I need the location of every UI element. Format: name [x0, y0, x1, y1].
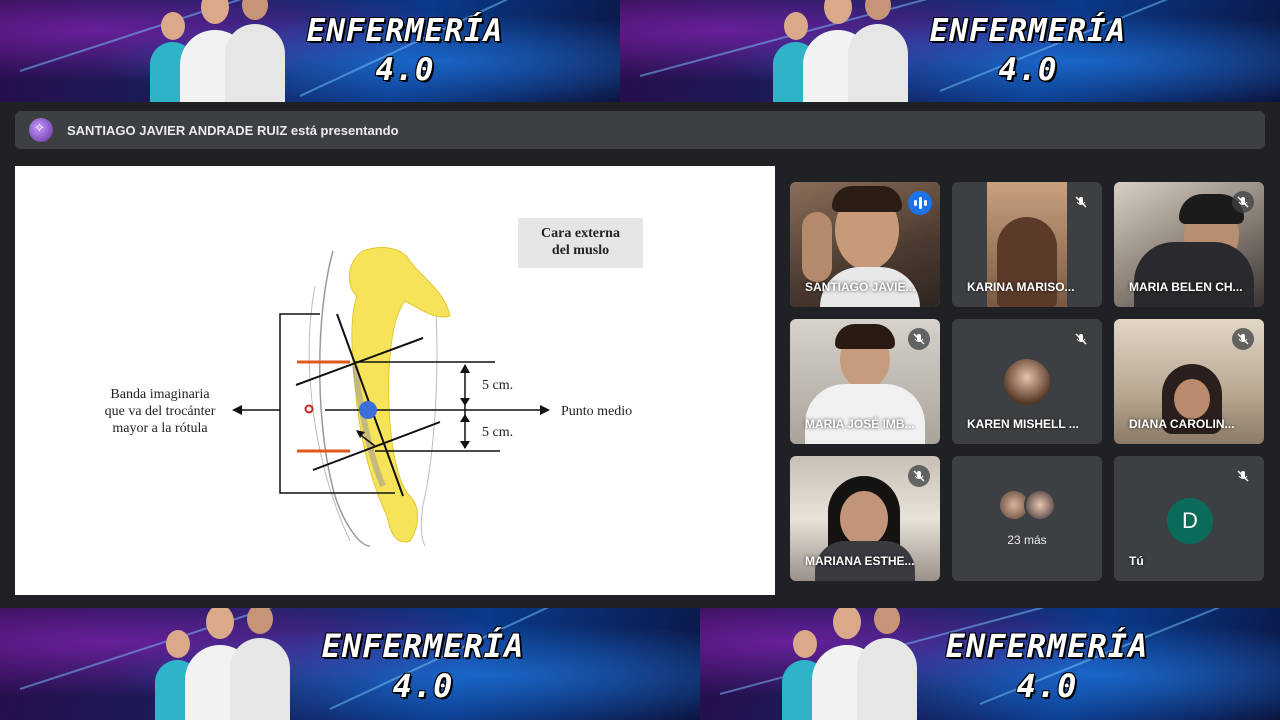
banner-title: ENFERMERÍA 4.0: [321, 627, 525, 705]
muted-mic-icon: [908, 465, 930, 487]
bottom-banner-row: ENFERMERÍA 4.0 ENFERMERÍA 4.0: [0, 608, 1280, 720]
participant-name: MARIA JOSÉ IMB...: [805, 417, 915, 431]
top-banner-row: ENFERMERÍA 4.0 ENFERMERÍA 4.0: [0, 0, 1280, 102]
nurse-doctor-image: [145, 608, 295, 720]
banner-right: ENFERMERÍA 4.0: [700, 608, 1280, 720]
participant-tile[interactable]: DIANA CAROLIN...: [1114, 319, 1264, 444]
midpoint-label: Punto medio: [561, 404, 633, 419]
measure-bottom-label: 5 cm.: [482, 425, 514, 440]
participant-name: MARIANA ESTHE...: [805, 554, 915, 568]
banner-title: ENFERMERÍA 4.0: [945, 627, 1149, 705]
participant-tile[interactable]: MARIA BELEN CH...: [1114, 182, 1264, 307]
banner-left: ENFERMERÍA 4.0: [0, 0, 620, 102]
participant-tile[interactable]: MARIA JOSÉ IMB...: [790, 319, 940, 444]
muted-mic-icon: [1232, 328, 1254, 350]
muted-mic-icon: [1070, 328, 1092, 350]
muted-mic-icon: [908, 328, 930, 350]
banner-right: ENFERMERÍA 4.0: [620, 0, 1280, 102]
participant-tile[interactable]: SANTIAGO JAVIE...: [790, 182, 940, 307]
self-tile[interactable]: D Tú: [1114, 456, 1264, 581]
avatar: [1004, 359, 1050, 405]
participant-name: MARIA BELEN CH...: [1129, 280, 1243, 294]
muted-mic-icon: [1070, 191, 1092, 213]
nurse-doctor-image: [140, 0, 290, 102]
banner-title: ENFERMERÍA 4.0: [929, 13, 1127, 88]
nurse-doctor-image: [763, 0, 913, 102]
avatar: [1024, 489, 1056, 521]
participant-name: Tú: [1129, 554, 1144, 568]
more-participants-count: 23 más: [1007, 533, 1047, 547]
participant-tile[interactable]: KARINA MARISO...: [952, 182, 1102, 307]
presenting-bar: SANTIAGO JAVIER ANDRADE RUIZ está presen…: [15, 111, 1265, 149]
presenter-avatar: [29, 118, 53, 142]
self-avatar: D: [1167, 498, 1213, 544]
slide-box-label: Cara externa del muslo: [518, 218, 643, 268]
thigh-diagram: [232, 246, 550, 547]
measure-top-label: 5 cm.: [482, 378, 514, 393]
muted-mic-icon: [1232, 191, 1254, 213]
red-point-marker: [304, 404, 314, 414]
muted-mic-icon: [1232, 465, 1254, 487]
banner-title: ENFERMERÍA 4.0: [306, 13, 504, 88]
shared-slide: Cara externa del muslo Banda imaginaria …: [15, 166, 775, 595]
more-participants-tile[interactable]: 23 más: [952, 456, 1102, 581]
speaking-indicator-icon: [908, 191, 932, 215]
participant-tile[interactable]: KAREN MISHELL ...: [952, 319, 1102, 444]
participant-name: KAREN MISHELL ...: [967, 417, 1079, 431]
presenting-text: SANTIAGO JAVIER ANDRADE RUIZ está presen…: [67, 122, 399, 138]
midpoint-marker: [359, 401, 377, 419]
nurse-doctor-image: [772, 608, 922, 720]
participant-name: DIANA CAROLIN...: [1129, 417, 1235, 431]
banner-left: ENFERMERÍA 4.0: [0, 608, 700, 720]
slide-left-label: Banda imaginaria que va del trocánter ma…: [104, 387, 216, 436]
participant-tile[interactable]: MARIANA ESTHE...: [790, 456, 940, 581]
participant-name: SANTIAGO JAVIE...: [805, 280, 916, 294]
participant-name: KARINA MARISO...: [967, 280, 1075, 294]
